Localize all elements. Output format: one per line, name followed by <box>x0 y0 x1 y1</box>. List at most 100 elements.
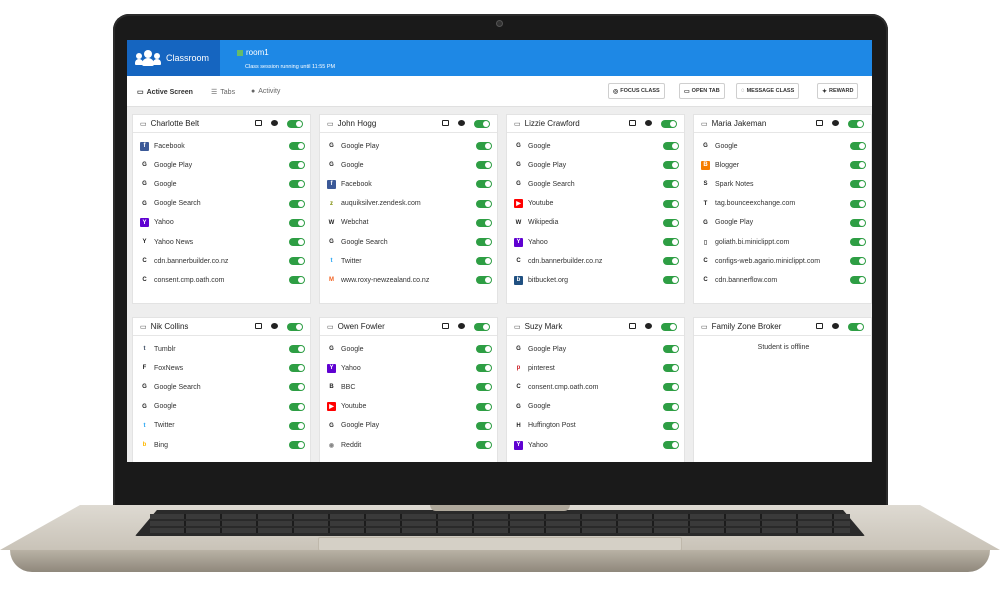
site-toggle[interactable] <box>476 402 492 411</box>
student-toggle[interactable] <box>474 323 490 331</box>
site-toggle[interactable] <box>476 441 492 449</box>
site-label[interactable]: Yahoo <box>341 365 361 372</box>
student-name[interactable]: Suzy Mark <box>525 322 563 331</box>
site-label[interactable]: Google Search <box>154 200 201 207</box>
site-toggle[interactable] <box>476 383 492 392</box>
site-label[interactable]: tag.bounceexchange.com <box>715 200 795 207</box>
site-label[interactable]: consent.cmp.oath.com <box>528 384 598 391</box>
site-toggle[interactable] <box>476 276 492 285</box>
student-toggle[interactable] <box>661 120 677 128</box>
site-label[interactable]: Google <box>528 143 551 150</box>
site-label[interactable]: Google Play <box>341 143 379 150</box>
site-label[interactable]: Reddit <box>341 442 361 449</box>
screen-icon[interactable] <box>255 120 262 126</box>
site-toggle[interactable] <box>663 180 679 189</box>
site-toggle[interactable] <box>289 345 305 353</box>
site-label[interactable]: Google Play <box>341 422 379 429</box>
student-toggle[interactable] <box>661 323 677 331</box>
message-icon[interactable] <box>832 323 839 329</box>
site-label[interactable]: Yahoo <box>528 442 548 449</box>
site-label[interactable]: Youtube <box>341 403 366 410</box>
site-toggle[interactable] <box>663 142 679 150</box>
screen-icon[interactable] <box>816 120 823 126</box>
screen-icon[interactable] <box>629 120 636 126</box>
site-toggle[interactable] <box>476 421 492 430</box>
site-label[interactable]: Google Play <box>528 346 566 353</box>
site-label[interactable]: cdn.bannerbuilder.co.nz <box>154 258 228 265</box>
message-icon[interactable] <box>271 323 278 329</box>
site-toggle[interactable] <box>663 276 679 285</box>
open-tab-button[interactable]: ▭ OPEN TAB <box>679 83 725 99</box>
screen-icon[interactable] <box>255 323 262 329</box>
site-label[interactable]: cdn.bannerflow.com <box>715 277 777 284</box>
message-icon[interactable] <box>458 120 465 126</box>
site-label[interactable]: Google Search <box>154 384 201 391</box>
site-toggle[interactable] <box>289 199 305 208</box>
site-label[interactable]: pinterest <box>528 365 555 372</box>
student-toggle[interactable] <box>848 323 864 331</box>
tab-active-screen[interactable]: ▭ Active Screen <box>137 88 193 97</box>
student-name[interactable]: Maria Jakeman <box>712 119 767 128</box>
brand[interactable]: Classroom <box>127 40 220 76</box>
site-toggle[interactable] <box>663 441 679 449</box>
site-toggle[interactable] <box>850 238 866 246</box>
student-toggle[interactable] <box>287 323 303 331</box>
message-class-button[interactable]: ◌ MESSAGE CLASS <box>736 83 800 99</box>
site-toggle[interactable] <box>476 199 492 208</box>
site-toggle[interactable] <box>476 345 492 353</box>
site-toggle[interactable] <box>663 199 679 208</box>
site-toggle[interactable] <box>663 364 679 373</box>
site-toggle[interactable] <box>663 383 679 392</box>
site-toggle[interactable] <box>663 218 679 227</box>
student-name[interactable]: Nik Collins <box>151 322 189 331</box>
site-label[interactable]: Blogger <box>715 162 739 169</box>
site-toggle[interactable] <box>476 238 492 246</box>
message-icon[interactable] <box>458 323 465 329</box>
site-label[interactable]: Yahoo <box>528 239 548 246</box>
site-toggle[interactable] <box>663 402 679 411</box>
site-label[interactable]: Google <box>154 181 177 188</box>
site-toggle[interactable] <box>850 180 866 189</box>
student-toggle[interactable] <box>287 120 303 128</box>
site-toggle[interactable] <box>289 276 305 285</box>
site-toggle[interactable] <box>850 218 866 227</box>
site-label[interactable]: Twitter <box>154 422 175 429</box>
site-toggle[interactable] <box>850 161 866 170</box>
site-toggle[interactable] <box>289 142 305 150</box>
student-toggle[interactable] <box>474 120 490 128</box>
site-toggle[interactable] <box>476 161 492 170</box>
site-label[interactable]: configs-web.agario.miniclippt.com <box>715 258 820 265</box>
site-label[interactable]: Google Play <box>154 162 192 169</box>
site-label[interactable]: Google Search <box>528 181 575 188</box>
student-name[interactable]: Lizzie Crawford <box>525 119 580 128</box>
site-toggle[interactable] <box>289 441 305 449</box>
site-label[interactable]: Yahoo <box>154 219 174 226</box>
message-icon[interactable] <box>645 323 652 329</box>
site-label[interactable]: cdn.bannerbuilder.co.nz <box>528 258 602 265</box>
site-toggle[interactable] <box>289 402 305 411</box>
tab-tabs[interactable]: ☰ Tabs <box>211 88 235 97</box>
site-label[interactable]: Webchat <box>341 219 369 226</box>
focus-class-button[interactable]: ◎ FOCUS CLASS <box>608 83 665 99</box>
site-label[interactable]: Facebook <box>341 181 372 188</box>
site-toggle[interactable] <box>476 142 492 150</box>
site-toggle[interactable] <box>850 257 866 266</box>
site-toggle[interactable] <box>289 238 305 246</box>
site-label[interactable]: Google Search <box>341 239 388 246</box>
site-toggle[interactable] <box>289 180 305 189</box>
message-icon[interactable] <box>271 120 278 126</box>
site-toggle[interactable] <box>850 142 866 150</box>
site-label[interactable]: Tumblr <box>154 346 176 353</box>
site-toggle[interactable] <box>476 364 492 373</box>
site-label[interactable]: www.roxy-newzealand.co.nz <box>341 277 429 284</box>
screen-icon[interactable] <box>629 323 636 329</box>
site-label[interactable]: Google <box>528 403 551 410</box>
site-label[interactable]: Google Play <box>715 219 753 226</box>
student-name[interactable]: John Hogg <box>338 119 377 128</box>
site-label[interactable]: goliath.bi.miniclippt.com <box>715 239 789 246</box>
site-toggle[interactable] <box>289 421 305 430</box>
site-toggle[interactable] <box>289 257 305 266</box>
site-label[interactable]: Youtube <box>528 200 553 207</box>
site-toggle[interactable] <box>850 199 866 208</box>
site-label[interactable]: Google <box>715 143 738 150</box>
